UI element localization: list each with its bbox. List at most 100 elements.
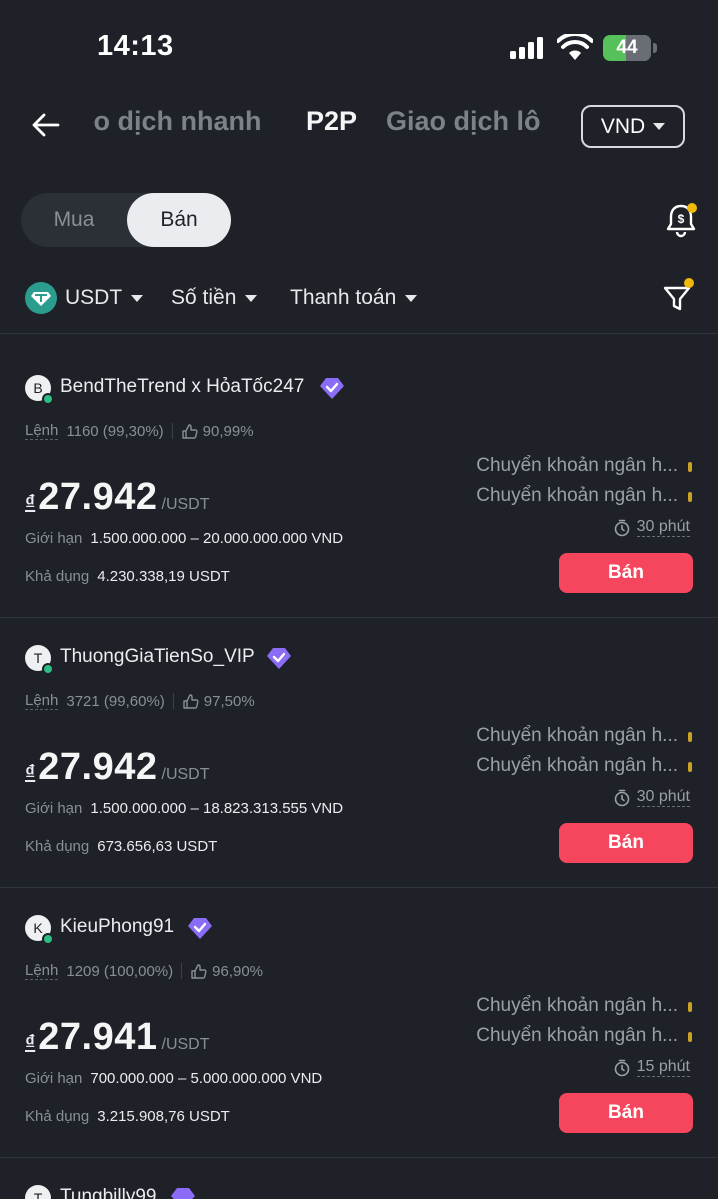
positive-rating: 90,99% [202, 422, 254, 440]
sell-button[interactable]: Bán [559, 553, 693, 593]
chevron-down-icon [131, 294, 144, 302]
payment-filter[interactable]: Thanh toán [290, 286, 418, 310]
online-status-dot [42, 393, 54, 405]
time-limit-value: 30 phút [636, 788, 690, 807]
verified-badge-icon [267, 648, 291, 669]
merchant-name[interactable]: BendTheTrend x HỏaTốc247 [60, 376, 304, 398]
ad-card: K KieuPhong91 Lệnh 1209 (100,00%) 96,90%… [0, 874, 718, 1144]
price-row: ₫ 27.942 /USDT [25, 746, 210, 789]
payment-color-bar [688, 762, 692, 772]
currency-symbol: ₫ [25, 492, 36, 514]
fiat-currency-selector[interactable]: VND [581, 105, 685, 148]
online-status-dot [42, 663, 54, 675]
available-label: Khả dụng [25, 838, 90, 855]
time-limit-value: 15 phút [636, 1058, 690, 1077]
tab-p2p[interactable]: P2P [306, 106, 357, 137]
price-row: ₫ 27.941 /USDT [25, 1016, 210, 1059]
verified-badge-icon [188, 918, 212, 939]
trade-mode-tabs: Giao dịch nhanh P2P Giao dịch lô [94, 106, 554, 146]
payment-color-bar [688, 1002, 692, 1012]
verified-badge-icon [171, 1188, 195, 1199]
available-value: 673.656,63 USDT [97, 838, 218, 855]
sell-toggle-option[interactable]: Bán [127, 193, 231, 247]
amount-filter[interactable]: Số tiền [171, 286, 258, 310]
merchant-stats: Lệnh 1209 (100,00%) 96,90% [25, 962, 263, 980]
merchant-name[interactable]: KieuPhong91 [60, 916, 174, 938]
payment-method: Chuyển khoản ngân h... [476, 455, 678, 476]
timer-icon [614, 789, 629, 806]
limit-label: Giới hạn [25, 800, 83, 817]
sell-button[interactable]: Bán [559, 1093, 693, 1133]
verified-badge-icon [320, 378, 344, 399]
battery-cap [653, 43, 657, 53]
orders-count: 1160 (99,30%) [66, 422, 164, 440]
available-label: Khả dụng [25, 568, 90, 585]
chevron-down-icon [245, 294, 258, 302]
ad-price: 27.942 [38, 746, 158, 788]
currency-symbol: ₫ [25, 762, 36, 784]
merchant-stats: Lệnh 3721 (99,60%) 97,50% [25, 692, 255, 710]
payment-filter-label: Thanh toán [290, 286, 397, 309]
orders-count: 1209 (100,00%) [66, 962, 174, 980]
merchant-name[interactable]: Tungbilly99 [60, 1186, 156, 1199]
thumbs-up-icon [181, 423, 198, 439]
ad-card: T Tungbilly99 [0, 1144, 718, 1199]
payment-color-bar [688, 492, 692, 502]
buy-toggle-option[interactable]: Mua [21, 193, 127, 247]
payment-method: Chuyển khoản ngân h... [476, 485, 678, 506]
payment-time-limit: 15 phút [613, 1058, 690, 1077]
sell-button[interactable]: Bán [559, 823, 693, 863]
payment-color-bar [688, 732, 692, 742]
coin-filter[interactable]: USDT [65, 286, 144, 310]
status-bar: 14:13 44 [0, 0, 718, 96]
filter-bar: USDT Số tiền Thanh toán [0, 278, 718, 320]
payment-color-bar [688, 1032, 692, 1042]
payment-method: Chuyển khoản ngân h... [476, 755, 678, 776]
payment-method: Chuyển khoản ngân h... [476, 995, 678, 1016]
orders-label: Lệnh [25, 692, 59, 710]
svg-text:$: $ [678, 212, 685, 226]
payment-time-limit: 30 phút [613, 518, 690, 537]
time-limit-value: 30 phút [636, 518, 690, 537]
limit-row: Giới hạn 1.500.000.000 – 20.000.000.000 V… [25, 530, 343, 547]
payment-method: Chuyển khoản ngân h... [476, 1025, 678, 1046]
thumbs-up-icon [183, 693, 199, 709]
fiat-currency-label: VND [600, 114, 646, 138]
back-arrow-icon[interactable] [30, 109, 62, 141]
payment-time-limit: 30 phút [613, 788, 690, 807]
positive-rating: 97,50% [203, 692, 255, 710]
available-row: Khả dụng 4.230.338,19 USDT [25, 568, 230, 585]
price-unit: /USDT [161, 1036, 210, 1053]
payment-method: Chuyển khoản ngân h... [476, 725, 678, 746]
merchant-name[interactable]: ThuongGiaTienSo_VIP [60, 646, 255, 668]
top-nav: Giao dịch nhanh P2P Giao dịch lô VND [0, 96, 718, 158]
wifi-icon [557, 34, 593, 60]
tab-quick-trade[interactable]: Giao dịch nhanh [94, 106, 262, 137]
cellular-signal-icon [510, 37, 546, 59]
available-value: 4.230.338,19 USDT [97, 568, 230, 585]
orders-label: Lệnh [25, 422, 59, 440]
limit-label: Giới hạn [25, 530, 83, 547]
notification-dot [687, 203, 697, 213]
payment-color-bar [688, 462, 692, 472]
chevron-down-icon [405, 294, 418, 302]
thumbs-up-icon [191, 963, 207, 979]
tab-block-trade[interactable]: Giao dịch lô [386, 106, 541, 137]
stats-separator [171, 423, 173, 439]
available-label: Khả dụng [25, 1108, 90, 1125]
orders-label: Lệnh [25, 962, 59, 980]
amount-filter-label: Số tiền [171, 286, 237, 309]
battery-level: 44 [616, 37, 638, 58]
avatar: T [25, 1185, 51, 1199]
chevron-down-icon [653, 123, 666, 130]
merchant-stats: Lệnh 1160 (99,30%) 90,99% [25, 422, 254, 440]
orders-count: 3721 (99,60%) [66, 692, 165, 710]
positive-rating: 96,90% [212, 962, 263, 980]
stats-separator [181, 963, 183, 979]
usdt-coin-icon [25, 282, 57, 314]
ad-card: T ThuongGiaTienSo_VIP Lệnh 3721 (99,60%)… [0, 604, 718, 874]
price-unit: /USDT [161, 496, 210, 513]
coin-filter-label: USDT [65, 286, 123, 309]
limit-label: Giới hạn [25, 1070, 83, 1087]
ad-price: 27.941 [38, 1016, 158, 1058]
